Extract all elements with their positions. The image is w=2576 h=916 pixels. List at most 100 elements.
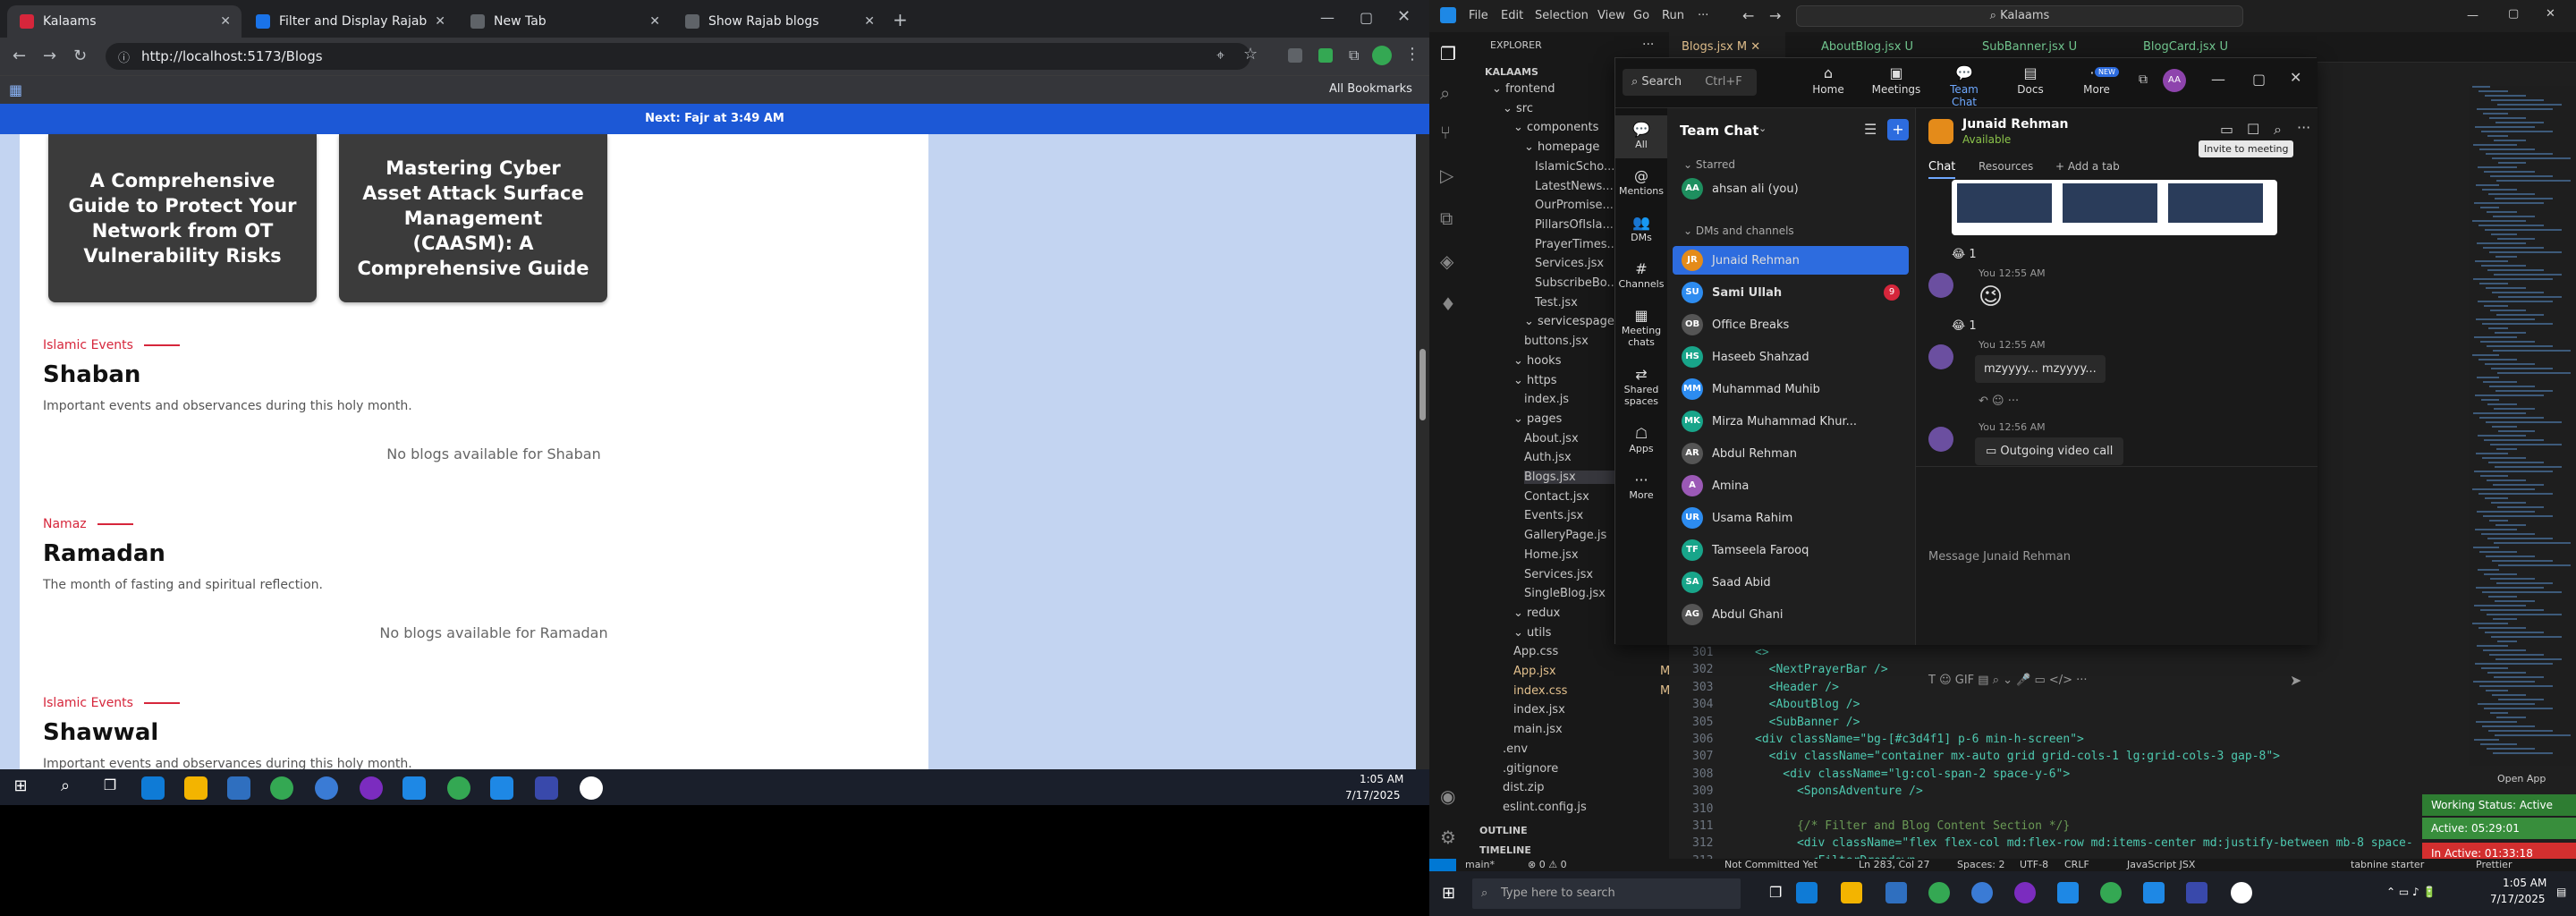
vscode-icon[interactable]: [402, 776, 426, 800]
timeline-section[interactable]: TIMELINE: [1479, 844, 1531, 856]
members-icon[interactable]: ☐: [2247, 121, 2259, 138]
code-line[interactable]: <>: [1755, 646, 1769, 659]
github-desktop-icon[interactable]: [360, 776, 383, 800]
list-title[interactable]: Team Chat: [1680, 123, 1758, 139]
close-icon[interactable]: ✕: [435, 14, 445, 29]
outline-section[interactable]: OUTLINE: [1479, 825, 1528, 836]
tab-resources[interactable]: Resources: [1979, 160, 2033, 173]
compose-input[interactable]: Message Junaid Rehman: [1928, 550, 2071, 564]
folder-item[interactable]: ⌄ components: [1513, 121, 1598, 134]
menu-selection[interactable]: Selection: [1535, 9, 1589, 22]
nav-team-chat[interactable]: 💬 Team Chat: [1937, 64, 1991, 108]
github-icon[interactable]: ◈: [1440, 250, 1453, 272]
code-line[interactable]: <div className="container mx-auto grid g…: [1755, 750, 2280, 763]
file-item[interactable]: IslamicScho...: [1535, 160, 1614, 174]
rail-dms[interactable]: 👥 DMs: [1615, 214, 1667, 243]
chrome-icon[interactable]: [447, 776, 470, 800]
file-item[interactable]: Auth.jsx: [1524, 451, 1572, 464]
folder-item[interactable]: ⌄ utils: [1513, 626, 1551, 640]
chevron-down-icon[interactable]: ⌄: [1758, 123, 1767, 134]
mongodb-icon[interactable]: ♦: [1440, 293, 1456, 315]
page-scrollbar[interactable]: [1416, 134, 1429, 769]
problems-count[interactable]: ⊗ 0 ⚠ 0: [1528, 859, 1567, 870]
list-item[interactable]: AA ahsan ali (you): [1673, 174, 1909, 203]
close-icon[interactable]: ✕: [649, 14, 660, 29]
file-item[interactable]: Test.jsx: [1535, 296, 1578, 310]
task-view-icon[interactable]: ❐: [1769, 884, 1782, 901]
command-center-search[interactable]: ⌕ Kalaams: [1796, 5, 2243, 27]
close-window-icon[interactable]: ✕: [1397, 7, 1411, 26]
cursor-position[interactable]: Ln 283, Col 27: [1859, 859, 1930, 870]
git-blame[interactable]: Not Committed Yet: [1724, 859, 1818, 870]
chrome-icon[interactable]: [2100, 882, 2122, 903]
rail-all[interactable]: 💬 All: [1615, 115, 1667, 158]
file-item[interactable]: Services.jsx: [1535, 257, 1604, 270]
maximize-icon[interactable]: ▢: [2252, 71, 2266, 88]
file-item[interactable]: LatestNews...: [1535, 180, 1614, 193]
site-info-icon[interactable]: ⓘ: [118, 48, 130, 65]
file-explorer-icon[interactable]: [184, 776, 208, 800]
browser-tab-rajab[interactable]: Show Rajab blogs ✕: [673, 5, 886, 38]
file-item[interactable]: eslint.config.js: [1503, 801, 1587, 814]
store-icon[interactable]: [227, 776, 250, 800]
taskbar-search-input[interactable]: ⌕ Type here to search: [1472, 878, 1741, 909]
apps-grid-icon[interactable]: ▦: [9, 81, 22, 98]
code-line[interactable]: {/* Filter and Blog Content Section */}: [1755, 819, 2070, 833]
folder-item[interactable]: ⌄ homepage: [1524, 140, 1599, 154]
send-icon[interactable]: ➤: [2290, 672, 2301, 689]
dms-header[interactable]: ⌄ DMs and channels: [1683, 225, 1794, 237]
shared-card-preview[interactable]: [1952, 180, 2277, 235]
file-item[interactable]: PillarsOfIsla...: [1535, 218, 1614, 232]
snipping-icon[interactable]: [2143, 882, 2165, 903]
browser-tab-kalaams[interactable]: Kalaams ✕: [7, 5, 242, 38]
app-icon[interactable]: [315, 776, 338, 800]
video-call-message[interactable]: ▭ Outgoing video call: [1975, 437, 2124, 465]
file-item[interactable]: About.jsx: [1524, 432, 1579, 445]
menu-view[interactable]: View: [1597, 9, 1625, 22]
file-item[interactable]: SingleBlog.jsx: [1524, 587, 1606, 600]
list-item[interactable]: TF Tamseela Farooq: [1673, 536, 1909, 564]
search-icon[interactable]: ⌕: [1440, 82, 1450, 104]
edge-icon[interactable]: [141, 776, 165, 800]
open-app-link[interactable]: Open App: [2497, 773, 2546, 785]
rail-apps[interactable]: ☖ Apps: [1615, 425, 1667, 454]
menu-edit[interactable]: Edit: [1501, 9, 1523, 22]
scrollbar-thumb[interactable]: [1419, 349, 1426, 420]
file-item[interactable]: Services.jsx: [1524, 568, 1593, 581]
file-item[interactable]: GalleryPage.js: [1524, 529, 1606, 542]
avatar[interactable]: [1372, 46, 1392, 65]
system-tray-icons[interactable]: ⌃ ▭ ♪ 🔋: [2386, 886, 2436, 898]
windows-start-icon[interactable]: ⊞: [9, 776, 32, 800]
compose-toolbar[interactable]: T ☺ GIF ▤ ⌕ ⌄ 🎤 ▭ </> ···: [1928, 674, 2088, 687]
file-item[interactable]: buttons.jsx: [1524, 335, 1589, 348]
extensions-icon[interactable]: ⧉: [1440, 208, 1453, 229]
search-icon[interactable]: ⌕: [2274, 121, 2282, 139]
app-icon[interactable]: [2231, 882, 2252, 903]
prettier-status[interactable]: Prettier: [2476, 859, 2512, 870]
rail-mentions[interactable]: @ Mentions: [1615, 167, 1667, 197]
new-chat-button[interactable]: +: [1887, 119, 1909, 140]
file-item[interactable]: Events.jsx: [1524, 509, 1583, 522]
teams-icon[interactable]: [2186, 882, 2207, 903]
puzzle-icon[interactable]: ⧉: [1349, 47, 1359, 64]
store-icon[interactable]: [1885, 882, 1907, 903]
menu-go[interactable]: Go: [1633, 9, 1649, 22]
list-item[interactable]: UR Usama Rahim: [1673, 504, 1909, 532]
file-explorer-icon[interactable]: [1841, 882, 1862, 903]
file-item[interactable]: .gitignore: [1503, 762, 1558, 776]
git-branch[interactable]: main*: [1465, 859, 1495, 870]
code-line[interactable]: <SubBanner />: [1755, 716, 1860, 729]
menu-run[interactable]: Run: [1662, 9, 1684, 22]
close-icon[interactable]: ✕: [220, 14, 231, 29]
code-line[interactable]: <Header />: [1755, 681, 1839, 694]
camera-icon[interactable]: ▭: [2220, 121, 2233, 138]
search-icon[interactable]: ⌕: [54, 776, 77, 800]
msg-text[interactable]: mzyyyy... mzyyyy...: [1975, 355, 2106, 383]
source-control-icon[interactable]: ⑂: [1440, 122, 1451, 143]
reaction[interactable]: 😂 1: [1952, 248, 1977, 261]
blog-card[interactable]: A Comprehensive Guide to Protect Your Ne…: [48, 134, 317, 302]
file-item[interactable]: index.jsx: [1513, 703, 1565, 717]
list-item[interactable]: AG Abdul Ghani: [1673, 600, 1909, 629]
tab-chat[interactable]: Chat: [1928, 160, 1956, 179]
search-input[interactable]: ⌕ Search Ctrl+F: [1623, 69, 1757, 96]
